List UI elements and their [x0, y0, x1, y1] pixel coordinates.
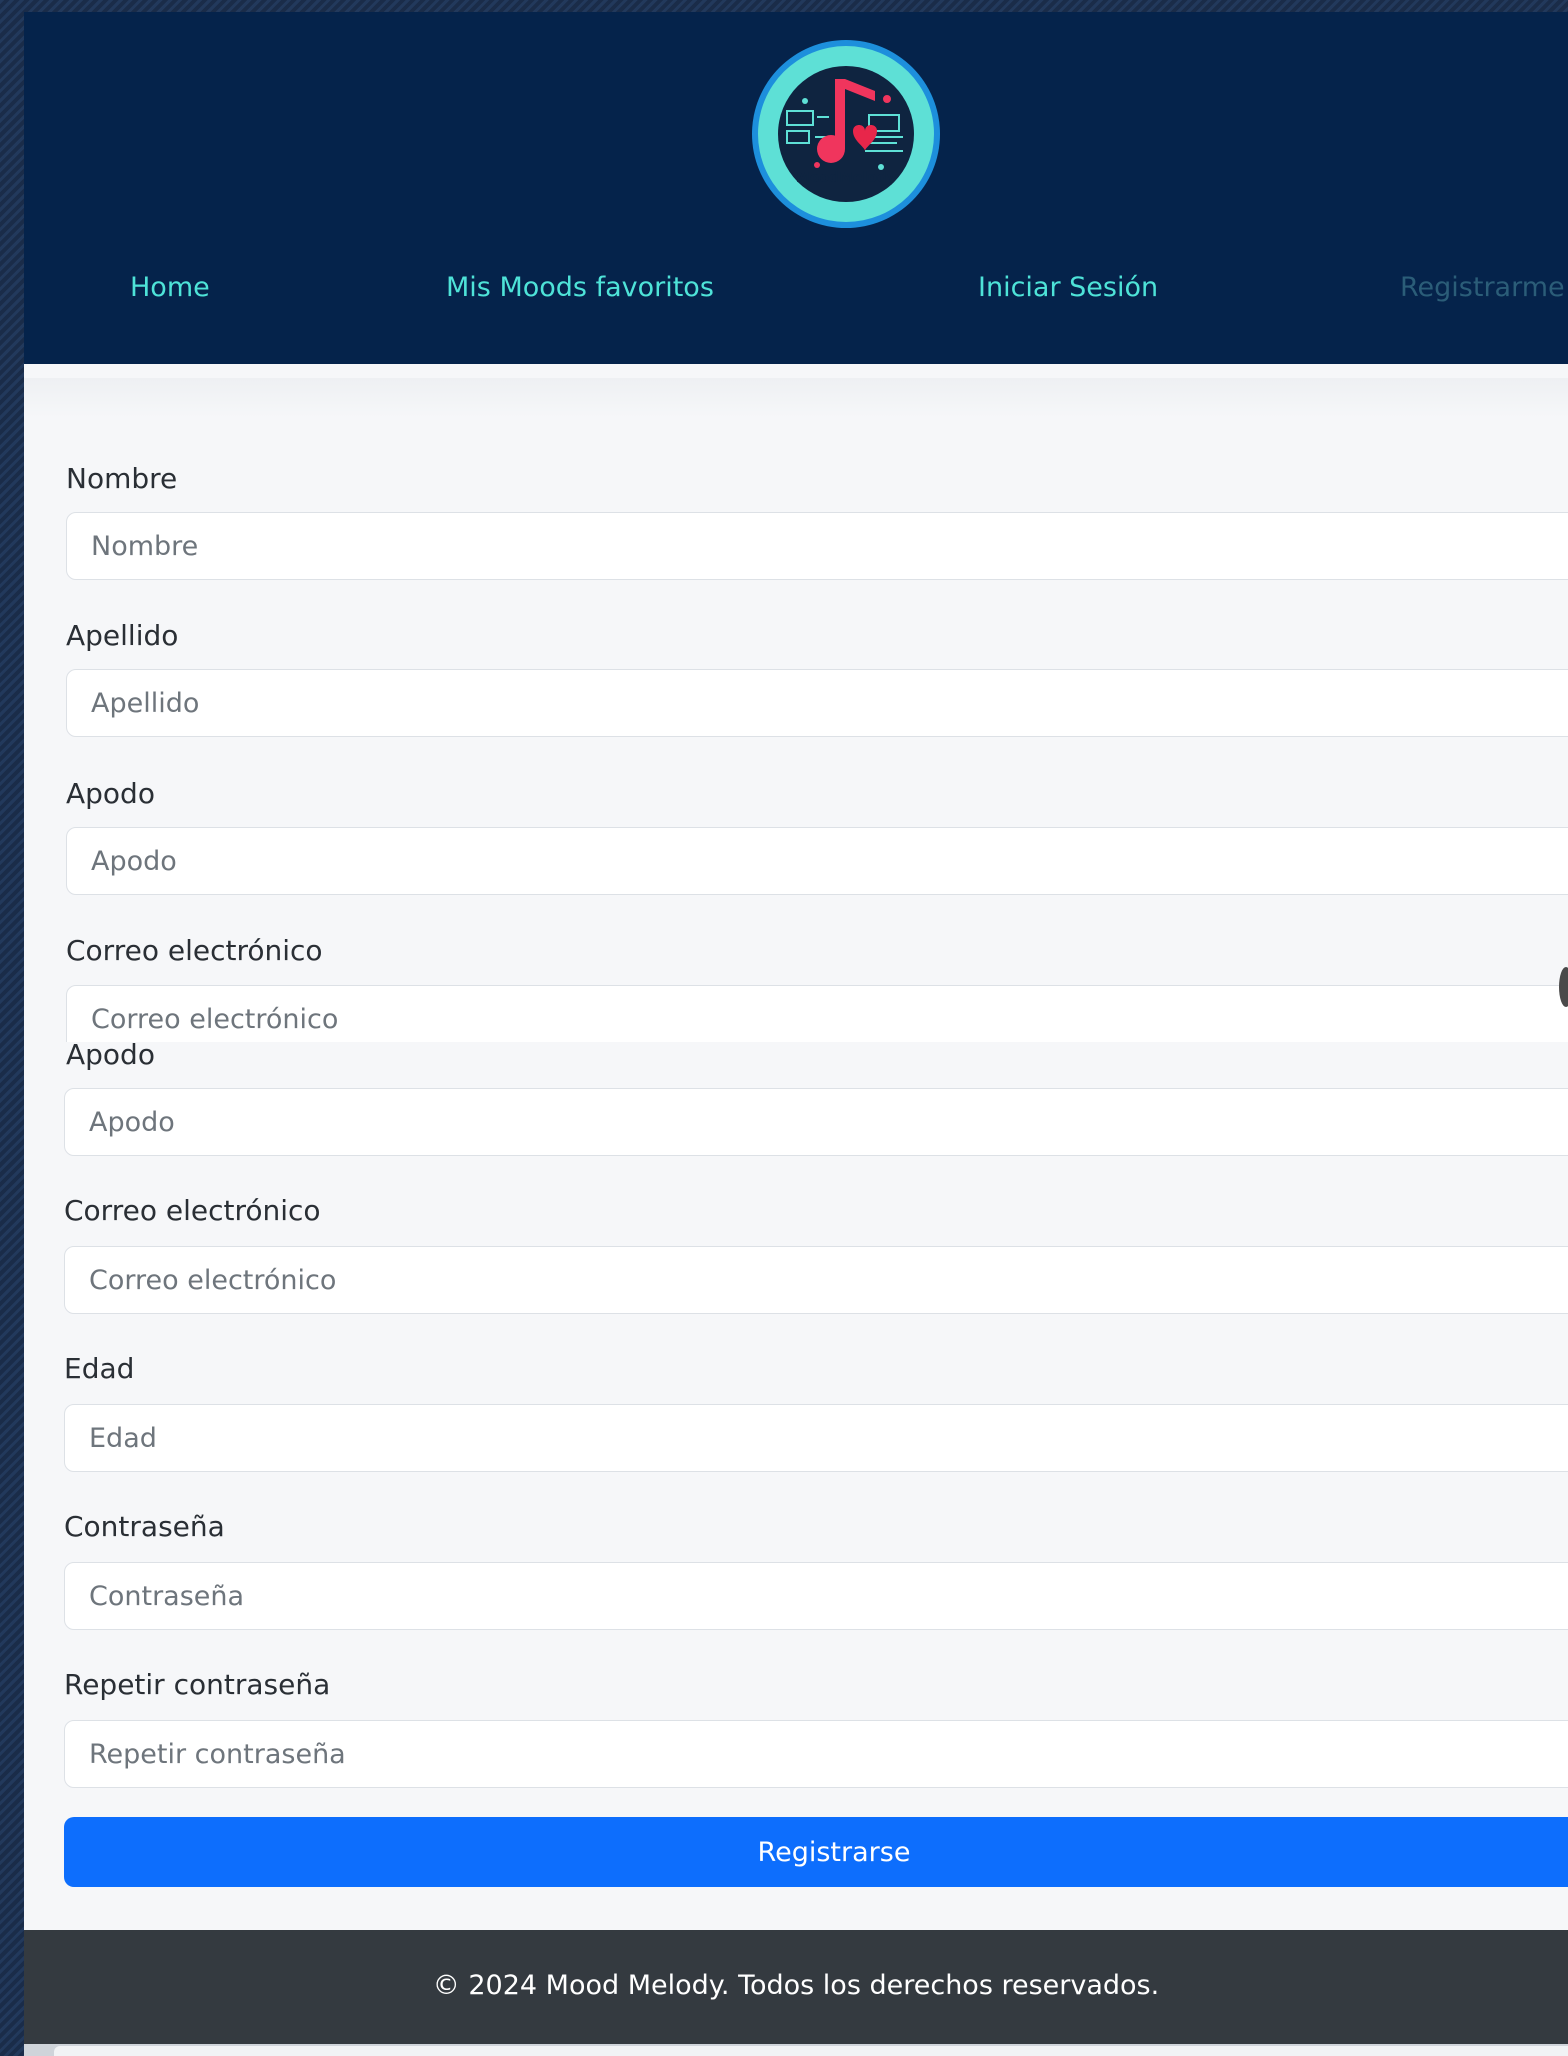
email-input[interactable] — [66, 985, 1568, 1042]
moodmelody-logo[interactable]: MoodMelody — [752, 40, 940, 228]
apellido-label: Apellido — [66, 619, 179, 652]
nav-home-link[interactable]: Home — [130, 272, 210, 303]
password-label: Contraseña — [64, 1510, 225, 1543]
nav-favorite-moods-link[interactable]: Mis Moods favoritos — [446, 272, 714, 303]
nav-login-link[interactable]: Iniciar Sesión — [978, 272, 1158, 303]
bottom-edge-inner — [54, 2046, 1568, 2056]
screenshot-bottom-section: Apodo Correo electrónico Edad Contraseña… — [24, 1042, 1568, 2046]
email-label: Correo electrónico — [66, 934, 323, 967]
email-label-2: Correo electrónico — [64, 1194, 321, 1227]
section-divider — [24, 378, 1568, 418]
overlay-edge — [1559, 967, 1568, 1007]
footer: © 2024 Mood Melody. Todos los derechos r… — [24, 1930, 1568, 2046]
apodo-label: Apodo — [66, 777, 155, 810]
edad-label: Edad — [64, 1352, 135, 1385]
footer-copyright: © 2024 Mood Melody. Todos los derechos r… — [432, 1970, 1160, 2001]
password-input[interactable] — [64, 1562, 1568, 1630]
repeat-password-label: Repetir contraseña — [64, 1668, 331, 1701]
register-button[interactable]: Registrarse — [64, 1817, 1568, 1887]
nav-register-link[interactable]: Registrarme — [1400, 272, 1565, 303]
logo-text: MoodMelody — [795, 170, 897, 186]
email-input-2[interactable] — [64, 1246, 1568, 1314]
apodo-input[interactable] — [66, 827, 1568, 895]
apodo-label-2: Apodo — [66, 1042, 155, 1071]
screenshot-top-section: MoodMelody Home Mis Moods favoritos Inic… — [24, 12, 1568, 1042]
apodo-input-2[interactable] — [64, 1088, 1568, 1156]
apellido-input[interactable] — [66, 669, 1568, 737]
nombre-label: Nombre — [66, 462, 178, 495]
music-note-logo-icon — [758, 46, 934, 222]
edad-input[interactable] — [64, 1404, 1568, 1472]
navbar: MoodMelody Home Mis Moods favoritos Inic… — [24, 12, 1568, 364]
nombre-input[interactable] — [66, 512, 1568, 580]
repeat-password-input[interactable] — [64, 1720, 1568, 1788]
